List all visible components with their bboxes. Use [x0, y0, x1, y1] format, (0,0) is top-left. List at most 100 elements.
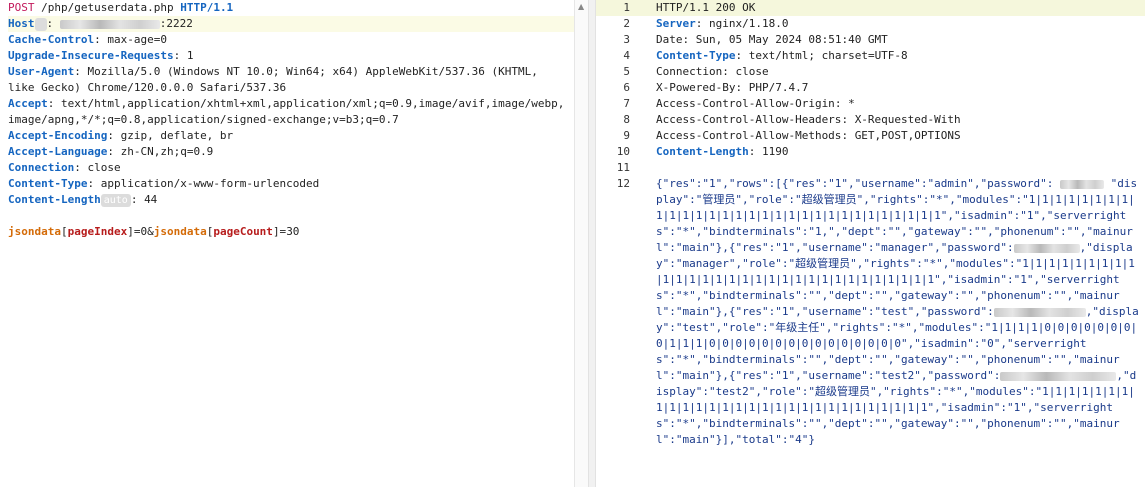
request-header-line: Content-Type: application/x-www-form-url… — [8, 177, 320, 190]
request-header-name: Accept-Language — [8, 145, 108, 158]
response-header-line: Content-Type: text/html; charset=UTF-8 — [656, 49, 908, 62]
response-header-line: X-Powered-By: PHP/7.4.7 — [656, 81, 809, 94]
line-number: 6 — [623, 81, 630, 94]
content-length-name: Content-Length — [8, 193, 101, 206]
response-header-value: PHP/7.4.7 — [748, 81, 809, 94]
response-header-name: Access-Control-Allow-Headers — [656, 113, 842, 126]
response-header-line: Access-Control-Allow-Origin: * — [656, 97, 855, 110]
response-header-line: Date: Sun, 05 May 2024 08:51:40 GMT — [656, 33, 888, 46]
request-header-name: Accept-Encoding — [8, 129, 108, 142]
body-param-sub-1: pageIndex — [67, 225, 128, 238]
response-json-body: {"res":"1","rows":[{"res":"1","username"… — [656, 176, 1140, 448]
redacted-password-2 — [1013, 243, 1080, 253]
request-header-line: Cache-Control: max-age=0 — [8, 33, 167, 46]
request-header-name: Connection — [8, 161, 75, 174]
response-header-name: Date — [656, 33, 683, 46]
body-param-value-1: 0 — [140, 225, 148, 238]
request-header-line: User-Agent: Mozilla/5.0 (Windows NT 10.0… — [8, 65, 538, 78]
request-editor[interactable]: POST /php/getuserdata.php HTTP/1.1 Host … — [0, 0, 574, 240]
request-header-line: image/apng,*/*;q=0.8,application/signed-… — [8, 112, 574, 128]
content-length-line: Content-Length auto: 44 — [8, 193, 158, 207]
line-number: 9 — [623, 129, 630, 142]
request-header-line: Connection: close — [8, 161, 121, 174]
request-header-value: like Gecko) Chrome/120.0.0.0 Safari/537.… — [8, 81, 287, 94]
request-header-value: 1 — [186, 49, 194, 62]
response-header-value: text/html; charset=UTF-8 — [748, 49, 908, 62]
response-editor[interactable]: HTTP/1.1 200 OK Server: nginx/1.18.0 Date… — [656, 0, 1144, 448]
response-header-line: Server: nginx/1.18.0 — [656, 17, 789, 30]
line-number: 12 — [616, 177, 630, 190]
body-param-value-2: 30 — [286, 225, 300, 238]
request-path: /php/getuserdata.php — [41, 1, 174, 14]
request-header-value: max-age=0 — [107, 33, 167, 46]
redacted-password-3 — [993, 307, 1086, 317]
request-protocol: HTTP/1.1 — [180, 1, 234, 14]
request-header-value: image/apng,*/*;q=0.8,application/signed-… — [8, 113, 399, 126]
request-header-name: Upgrade-Insecure-Requests — [8, 49, 174, 62]
response-header-line: Connection: close — [656, 65, 769, 78]
request-header-name: Accept — [8, 97, 48, 110]
request-header-name: Cache-Control — [8, 33, 95, 46]
body-param-key-2: jsondata — [153, 225, 207, 238]
request-header-line: Accept: text/html,application/xhtml+xml,… — [8, 97, 565, 110]
response-header-value: GET,POST,OPTIONS — [854, 129, 961, 142]
request-header-name: User-Agent — [8, 65, 75, 78]
response-header-name: Access-Control-Allow-Methods — [656, 129, 842, 142]
response-header-value: 1190 — [761, 145, 789, 158]
request-header-value: zh-CN,zh;q=0.9 — [120, 145, 214, 158]
status-line: HTTP/1.1 200 OK — [656, 1, 756, 14]
line-number: 11 — [616, 161, 630, 174]
host-header-line: Host : :2222 — [8, 16, 574, 32]
request-header-value: gzip, deflate, br — [120, 129, 234, 142]
response-header-value: nginx/1.18.0 — [709, 17, 789, 30]
request-scrollbar[interactable]: ▲ — [574, 0, 588, 487]
body-param-sub-2: pageCount — [213, 225, 273, 238]
request-header-value: text/html,application/xhtml+xml,applicat… — [61, 97, 565, 110]
host-port: :2222 — [159, 17, 193, 30]
redacted-host — [59, 19, 160, 29]
response-header-name: Content-Length — [656, 145, 749, 158]
line-number: 3 — [623, 33, 630, 46]
response-header-value: close — [735, 65, 769, 78]
request-header-name: Content-Type — [8, 177, 88, 190]
request-header-line: Accept-Language: zh-CN,zh;q=0.9 — [8, 145, 214, 158]
request-header-line: Accept-Encoding: gzip, deflate, br — [8, 129, 234, 142]
host-header-name: Host — [8, 17, 35, 30]
json-segment-1: {"res":"1","rows":[{"res":"1","username"… — [656, 177, 1054, 190]
request-body-line: jsondata[pageIndex]=0&jsondata[pageCount… — [8, 225, 300, 238]
pane-divider[interactable] — [588, 0, 596, 487]
line-number: 1 — [623, 1, 630, 14]
line-number: 7 — [623, 97, 630, 110]
scroll-up-arrow-icon[interactable]: ▲ — [578, 2, 584, 11]
request-header-value: Mozilla/5.0 (Windows NT 10.0; Win64; x64… — [87, 65, 538, 78]
redacted-password-1 — [1059, 179, 1104, 189]
request-header-value: application/x-www-form-urlencoded — [100, 177, 320, 190]
response-header-value: X-Requested-With — [854, 113, 961, 126]
request-header-value: close — [87, 161, 121, 174]
line-number: 8 — [623, 113, 630, 126]
line-number: 10 — [616, 145, 630, 158]
response-header-value: * — [848, 97, 855, 110]
request-pane[interactable]: POST /php/getuserdata.php HTTP/1.1 Host … — [0, 0, 588, 487]
response-header-value: Sun, 05 May 2024 08:51:40 GMT — [695, 33, 888, 46]
line-number: 2 — [623, 17, 630, 30]
response-header-name: X-Powered-By — [656, 81, 736, 94]
response-header-line: Access-Control-Allow-Methods: GET,POST,O… — [656, 129, 961, 142]
request-header-line: Upgrade-Insecure-Requests: 1 — [8, 49, 194, 62]
host-badge — [34, 18, 47, 31]
content-length-auto-badge[interactable]: auto — [100, 194, 131, 207]
response-pane[interactable]: 1 2 3 4 5 6 7 8 9 10 11 12 HTTP/1.1 200 OK Server: … — [596, 0, 1145, 487]
line-number-gutter: 1 2 3 4 5 6 7 8 9 10 11 12 — [596, 0, 640, 487]
redacted-password-4 — [1000, 371, 1117, 381]
response-header-line: Content-Length: 1190 — [656, 145, 789, 158]
content-length-value: 44 — [144, 193, 158, 206]
response-header-name: Access-Control-Allow-Origin — [656, 97, 835, 110]
response-header-name: Server — [656, 17, 696, 30]
request-header-line: like Gecko) Chrome/120.0.0.0 Safari/537.… — [8, 80, 574, 96]
response-header-name: Connection — [656, 65, 723, 78]
line-number: 4 — [623, 49, 630, 62]
request-line: POST /php/getuserdata.php HTTP/1.1 — [8, 0, 574, 16]
response-header-line: Access-Control-Allow-Headers: X-Requeste… — [656, 113, 961, 126]
